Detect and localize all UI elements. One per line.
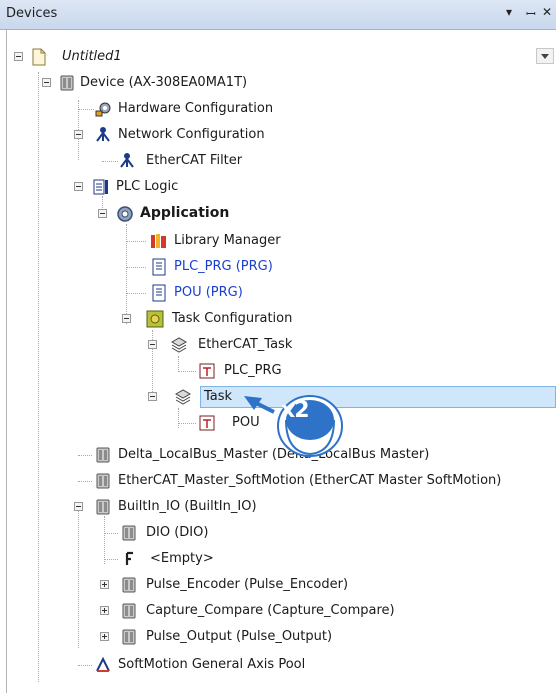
tree-item-ethercat-master[interactable]: EtherCAT_Master_SoftMotion (EtherCAT Mas… <box>0 470 556 492</box>
tree-item-network-config[interactable]: Network Configuration <box>0 124 556 146</box>
tree-item-label: PLC Logic <box>116 179 179 194</box>
tree-item-library-manager[interactable]: Library Manager <box>0 230 556 252</box>
tree-line <box>78 455 92 456</box>
program-document-icon <box>152 258 166 276</box>
program-document-icon <box>152 284 166 302</box>
double-click-count-label: x2 <box>281 398 309 423</box>
tree-item-ethercat-filter[interactable]: EtherCAT Filter <box>0 150 556 172</box>
tree-item-empty-slot[interactable]: <Empty> <box>0 548 556 570</box>
plc-logic-icon <box>93 179 108 195</box>
program-call-icon <box>199 363 215 379</box>
collapse-toggle-icon[interactable] <box>42 78 51 87</box>
tree-item-label: <Empty> <box>150 551 214 566</box>
task-stack-icon <box>170 337 188 353</box>
tree-line <box>126 293 146 294</box>
device-icon <box>122 603 136 619</box>
tree-item-label: EtherCAT_Master_SoftMotion (EtherCAT Mas… <box>118 473 502 488</box>
tree-item-softmotion-pool[interactable]: SoftMotion General Axis Pool <box>0 654 556 676</box>
collapse-toggle-icon[interactable] <box>74 130 83 139</box>
tree-line <box>126 241 146 242</box>
tree-item-label: BuiltIn_IO (BuiltIn_IO) <box>118 499 257 514</box>
task-stack-icon <box>174 389 192 405</box>
expand-toggle-icon[interactable] <box>100 606 109 615</box>
tree-item-label: Hardware Configuration <box>118 101 274 116</box>
tree-item-label: Network Configuration <box>118 127 265 142</box>
panel-title: Devices <box>6 6 58 21</box>
collapse-toggle-icon[interactable] <box>14 52 23 61</box>
device-icon <box>96 447 110 463</box>
device-icon <box>96 473 110 489</box>
project-file-icon <box>32 48 46 66</box>
tree-line <box>78 481 92 482</box>
expand-toggle-icon[interactable] <box>100 632 109 641</box>
expand-toggle-icon[interactable] <box>100 580 109 589</box>
collapse-toggle-icon[interactable] <box>148 340 157 349</box>
tree-line <box>104 559 118 560</box>
tree-item-pulse-output[interactable]: Pulse_Output (Pulse_Output) <box>0 626 556 648</box>
tree-item-plc-prg[interactable]: PLC_PRG (PRG) <box>0 256 556 278</box>
tree-item-pulse-encoder[interactable]: Pulse_Encoder (Pulse_Encoder) <box>0 574 556 596</box>
close-icon[interactable]: ✕ <box>542 5 552 19</box>
tree-item-label: PLC_PRG (PRG) <box>174 259 273 274</box>
tree-item-builtin-io[interactable]: BuiltIn_IO (BuiltIn_IO) <box>0 496 556 518</box>
tree-item-pou-prg[interactable]: POU (PRG) <box>0 282 556 304</box>
tree-line <box>78 665 92 666</box>
tree-item-plc-logic[interactable]: PLC Logic <box>0 176 556 198</box>
program-call-icon <box>199 415 215 431</box>
tree-item-label: Task <box>204 389 233 404</box>
tree-item-label: SoftMotion General Axis Pool <box>118 657 306 672</box>
tree-item-project[interactable]: Untitled1 <box>0 46 556 68</box>
tree-item-ethercat-task[interactable]: EtherCAT_Task <box>0 334 556 356</box>
tree-item-device[interactable]: Device (AX-308EA0MA1T) <box>0 72 556 94</box>
tree-item-label: EtherCAT_Task <box>198 337 293 352</box>
tree-item-label: POU (PRG) <box>174 285 243 300</box>
collapse-toggle-icon[interactable] <box>98 209 107 218</box>
tree-line <box>104 533 118 534</box>
tree-line <box>78 109 94 110</box>
tree-item-label: Device (AX-308EA0MA1T) <box>80 75 248 90</box>
task-configuration-icon <box>146 310 164 328</box>
device-icon <box>96 499 110 515</box>
device-icon <box>122 577 136 593</box>
collapse-toggle-icon[interactable] <box>122 314 131 323</box>
tree-item-label: Capture_Compare (Capture_Compare) <box>146 603 395 618</box>
tree-item-application[interactable]: Application <box>0 203 556 225</box>
tree-item-label: Untitled1 <box>62 49 122 64</box>
tree-line <box>178 371 196 372</box>
tree-line <box>102 161 118 162</box>
application-gear-icon <box>117 206 133 222</box>
tree-item-label: Library Manager <box>174 233 281 248</box>
empty-slot-connector-icon <box>125 551 133 565</box>
collapse-toggle-icon[interactable] <box>74 182 83 191</box>
pin-icon[interactable]: ꟷ <box>526 5 536 22</box>
collapse-toggle-icon[interactable] <box>148 392 157 401</box>
tree-item-label: DIO (DIO) <box>146 525 209 540</box>
dropdown-icon[interactable]: ▾ <box>506 5 512 19</box>
library-books-icon <box>151 234 166 248</box>
tree-line <box>178 423 196 424</box>
axis-pool-icon <box>96 656 110 672</box>
device-icon <box>60 75 74 91</box>
gear-icon <box>95 102 111 117</box>
tree-line <box>126 267 146 268</box>
tree-item-label: PLC_PRG <box>224 363 282 378</box>
tree-item-label: Pulse_Encoder (Pulse_Encoder) <box>146 577 349 592</box>
tree-item-label: EtherCAT Filter <box>146 153 243 168</box>
tree-item-capture-compare[interactable]: Capture_Compare (Capture_Compare) <box>0 600 556 622</box>
tree-item-label: Pulse_Output (Pulse_Output) <box>146 629 333 644</box>
panel-title-bar: Devices ▾ ꟷ ✕ <box>0 0 556 30</box>
device-icon <box>122 525 136 541</box>
tree-item-hardware-config[interactable]: Hardware Configuration <box>0 98 556 120</box>
tree-item-task-configuration[interactable]: Task Configuration <box>0 308 556 330</box>
network-icon <box>120 153 134 168</box>
tree-item-label: Task Configuration <box>172 311 293 326</box>
collapse-toggle-icon[interactable] <box>74 502 83 511</box>
network-icon <box>96 127 110 142</box>
device-icon <box>122 629 136 645</box>
tree-item-dio[interactable]: DIO (DIO) <box>0 522 556 544</box>
tree-item-label: Application <box>140 205 230 221</box>
tree-item-plc-prg-call[interactable]: PLC_PRG <box>0 360 556 382</box>
